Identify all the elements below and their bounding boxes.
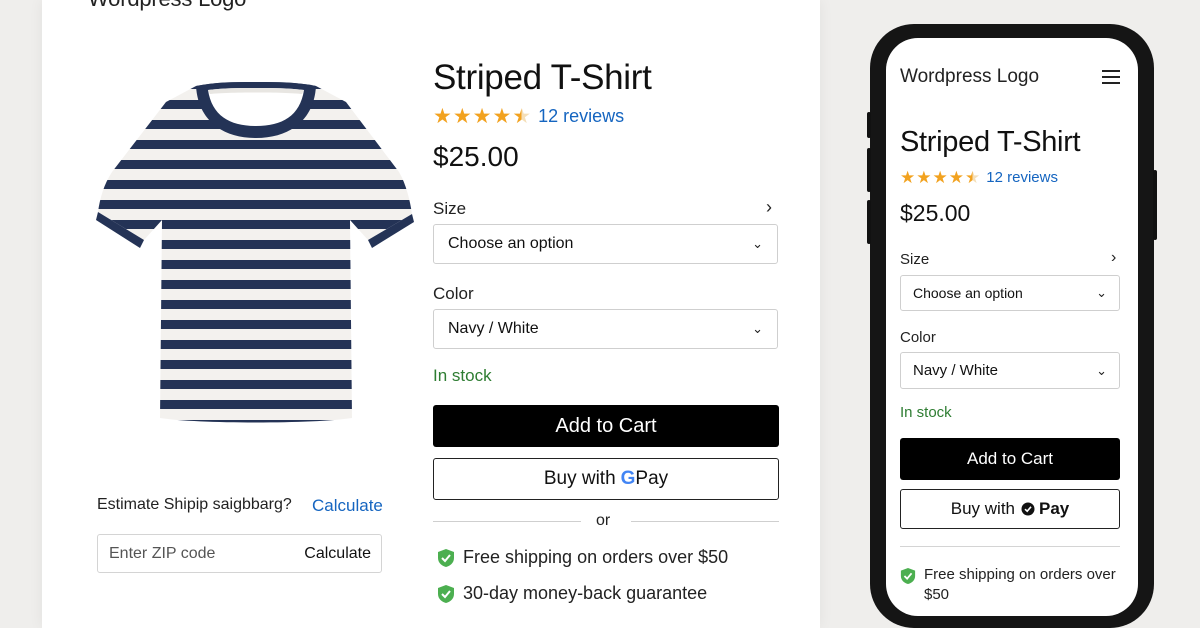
mobile-product-price: $25.00 — [900, 200, 971, 226]
shield-check-icon — [438, 584, 454, 603]
star-icon: ★ — [452, 105, 472, 128]
chevron-down-icon: ⌄ — [752, 236, 763, 251]
desktop-product-page: Wordpress Logo - Estima — [42, 0, 820, 628]
phone-power-button — [1153, 170, 1157, 240]
add-to-cart-button[interactable]: Add to Cart — [433, 405, 779, 447]
star-icon: ★ — [932, 168, 948, 187]
mobile-add-to-cart-button[interactable]: Add to Cart — [900, 438, 1120, 480]
zip-code-input[interactable] — [109, 544, 279, 563]
mobile-feature-free-shipping: Free shipping on orders over $50 — [900, 565, 1120, 605]
shipping-estimate-question: Estimate Shipip saigbbarg? — [97, 496, 292, 513]
mobile-color-select[interactable]: Navy / White ⌄ — [900, 352, 1120, 389]
size-select-value: Choose an option — [448, 235, 574, 252]
divider-line — [631, 521, 779, 522]
feature-text: 30-day money-back guarantee — [463, 583, 708, 603]
nav-fragment: - — [590, 0, 596, 9]
buy-with-label: Buy with — [950, 499, 1015, 518]
star-icon: ★ — [916, 168, 932, 187]
color-label: Color — [433, 284, 474, 303]
star-rating: ★ ★ ★ ★ ★ — [433, 106, 531, 127]
stock-status: In stock — [433, 366, 492, 385]
buy-with-gpay-button[interactable]: Buy with GPay — [433, 458, 779, 500]
pay-label: Pay — [1039, 499, 1070, 518]
mobile-buy-with-pay-button[interactable]: Buy with Pay — [900, 489, 1120, 529]
divider-line — [900, 546, 1120, 547]
half-star-icon: ★ — [512, 105, 532, 128]
site-logo[interactable]: Wordpress Logo — [88, 0, 246, 12]
star-icon: ★ — [948, 168, 964, 187]
color-select-value: Navy / White — [448, 320, 539, 337]
chevron-down-icon: ⌄ — [1096, 285, 1107, 300]
or-divider: or — [433, 512, 779, 530]
phone-side-button — [867, 200, 871, 244]
star-icon: ★ — [492, 105, 512, 128]
star-icon: ★ — [900, 168, 916, 187]
product-rating: ★ ★ ★ ★ ★ 12 reviews — [433, 106, 624, 127]
feature-text: Free shipping on orders over $50 — [463, 547, 729, 567]
gpay-logo: GPay — [621, 468, 669, 490]
phone-side-button — [867, 112, 871, 138]
color-select[interactable]: Navy / White ⌄ — [433, 309, 778, 349]
or-label: or — [596, 512, 611, 529]
size-select[interactable]: Choose an option ⌄ — [433, 224, 778, 264]
pay-logo-icon — [1021, 502, 1035, 516]
divider-line — [433, 521, 581, 522]
mobile-site-logo[interactable]: Wordpress Logo — [900, 66, 1039, 88]
shield-check-icon — [438, 548, 454, 567]
calculate-shipping-link[interactable]: Calculate — [312, 496, 383, 516]
hamburger-menu-icon[interactable] — [1102, 70, 1120, 84]
gpay-pay-text: Pay — [635, 468, 669, 489]
star-icon: ★ — [433, 105, 452, 128]
product-title: Striped T-Shirt — [433, 58, 652, 97]
mobile-size-label: Size — [900, 251, 930, 268]
phone-side-button — [867, 148, 871, 192]
star-icon: ★ — [472, 105, 492, 128]
size-label: Size — [433, 199, 467, 218]
chevron-down-icon: ⌄ — [752, 321, 763, 336]
mobile-product-title: Striped T-Shirt — [900, 126, 1081, 158]
google-g-icon: G — [620, 468, 636, 489]
calculate-button[interactable]: Calculate — [304, 545, 371, 563]
feature-free-shipping: Free shipping on orders over $50 — [437, 547, 728, 568]
size-select-value: Choose an option — [913, 285, 1023, 301]
buy-with-label: Buy with — [543, 468, 616, 489]
mobile-size-select[interactable]: Choose an option ⌄ — [900, 275, 1120, 311]
feature-money-back: 30-day money-back guarantee — [437, 583, 707, 604]
zip-code-field: Calculate — [97, 534, 382, 573]
mobile-stock-status: In stock — [900, 404, 952, 421]
chevron-right-icon[interactable]: › — [766, 197, 772, 218]
chevron-down-icon: ⌄ — [1096, 362, 1107, 378]
product-price: $25.00 — [433, 141, 519, 172]
chevron-right-icon[interactable]: › — [1111, 249, 1116, 267]
color-select-value: Navy / White — [913, 362, 999, 379]
mobile-reviews-link[interactable]: 12 reviews — [986, 169, 1058, 186]
star-rating: ★ ★ ★ ★ ★ — [900, 169, 980, 186]
half-star-icon: ★ — [965, 168, 981, 187]
mobile-product-page: Wordpress Logo Striped T-Shirt ★ ★ ★ ★ ★… — [886, 38, 1138, 616]
mobile-color-label: Color — [900, 329, 936, 346]
reviews-link[interactable]: 12 reviews — [538, 106, 624, 127]
product-image[interactable] — [94, 80, 420, 430]
shield-check-icon — [900, 568, 916, 584]
mobile-product-rating: ★ ★ ★ ★ ★ 12 reviews — [900, 169, 1058, 186]
feature-text: Free shipping on orders over $50 — [924, 566, 1116, 603]
